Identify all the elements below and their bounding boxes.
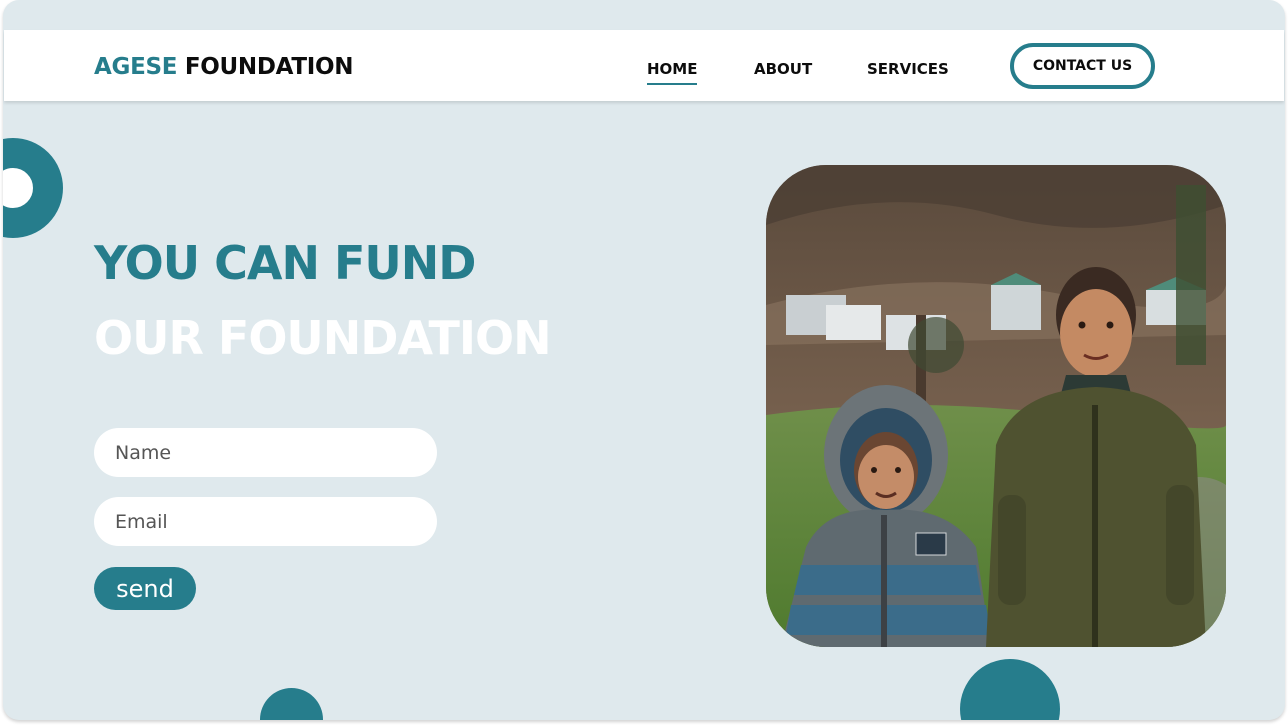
hero-photo [766,165,1226,647]
nav-about-link[interactable]: ABOUT [754,60,812,78]
top-nav: AGESE FOUNDATION HOME ABOUT SERVICES CON… [4,30,1284,101]
brand-logo[interactable]: AGESE FOUNDATION [94,54,354,80]
page-frame: AGESE FOUNDATION HOME ABOUT SERVICES CON… [3,0,1285,720]
brand-accent-text: AGESE [94,54,178,80]
hero-headline-line1: YOU CAN FUND [94,236,476,290]
contact-us-button[interactable]: CONTACT US [1010,43,1155,89]
children-photo-illustration [766,165,1226,647]
decorative-circle-small [260,688,323,720]
brand-main-text: FOUNDATION [184,54,354,80]
email-input[interactable] [94,497,437,546]
nav-home-link[interactable]: HOME [647,60,698,85]
decorative-ring [3,138,63,238]
nav-services-link[interactable]: SERVICES [867,60,949,78]
hero-headline-line2: OUR FOUNDATION [94,311,552,365]
send-button[interactable]: send [94,567,196,610]
decorative-circle-large [960,659,1060,720]
name-input[interactable] [94,428,437,477]
